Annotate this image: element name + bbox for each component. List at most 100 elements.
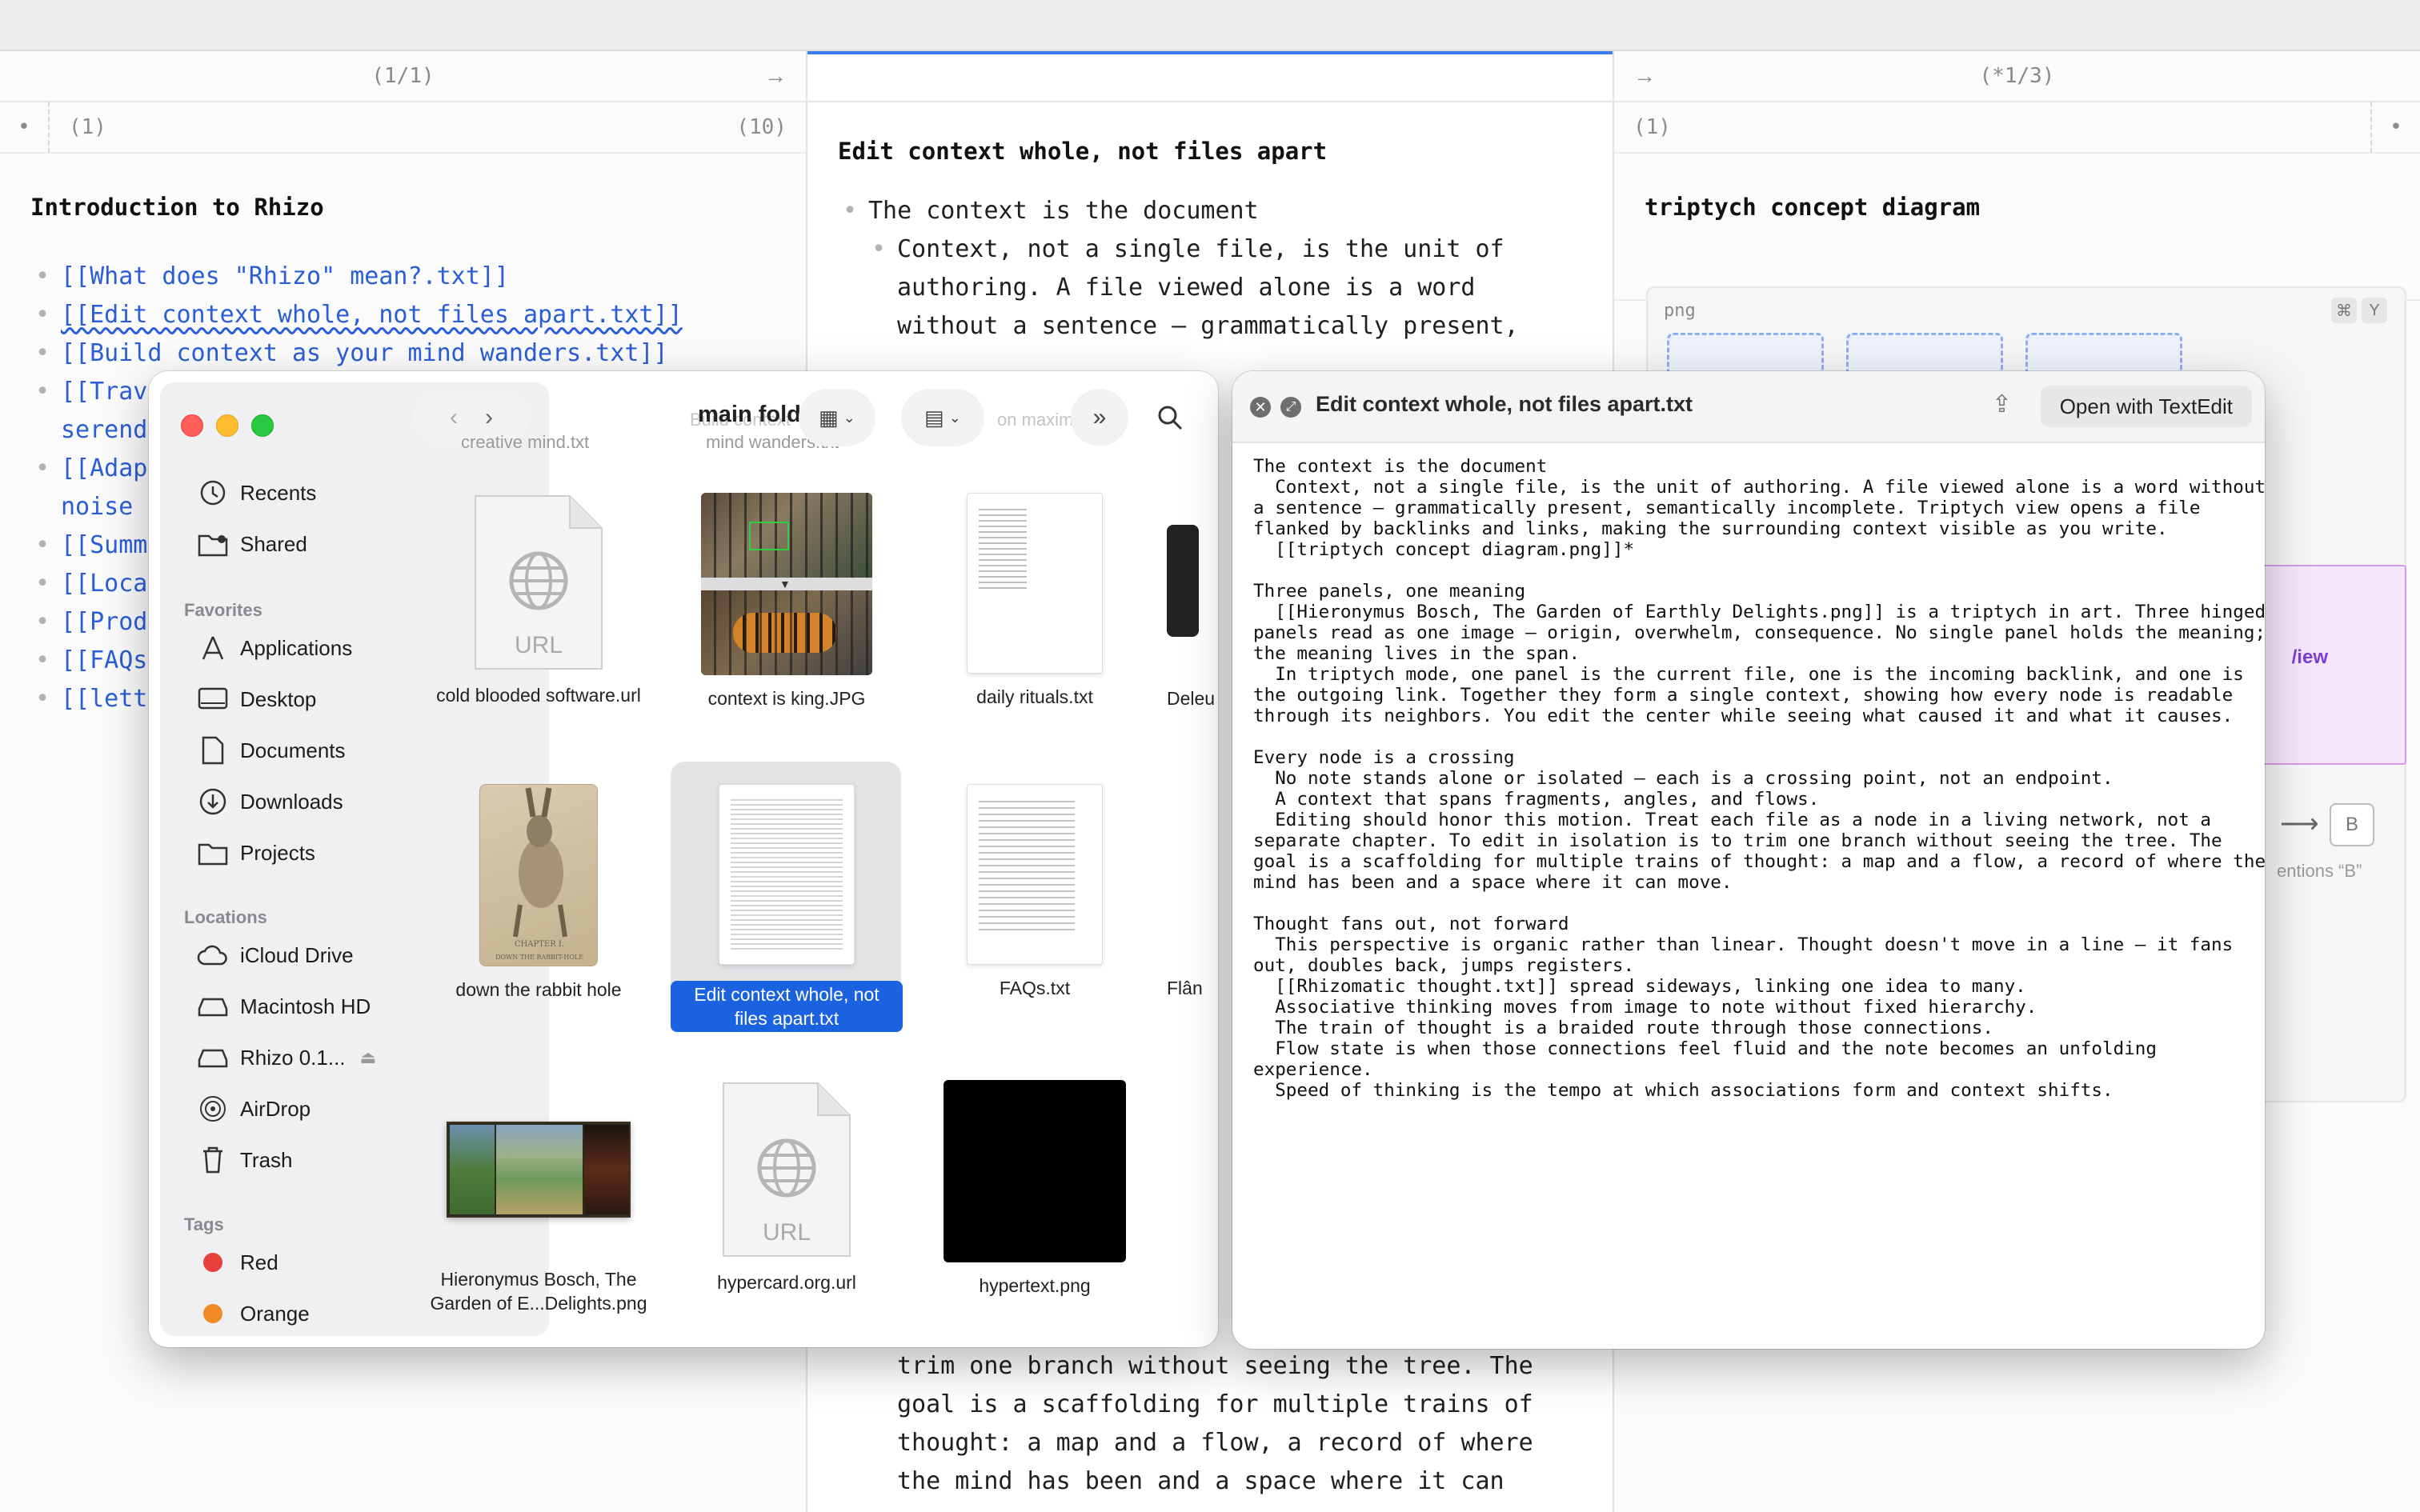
left-pane-counter: (1/1) (371, 64, 435, 88)
link-item[interactable]: [[What does "Rhizo" mean?.txt]] (30, 258, 775, 296)
url-file-icon: URL (471, 493, 607, 672)
file-item-selected[interactable]: Edit context whole, not files apart.txt (671, 784, 903, 1032)
minimize-window-icon[interactable] (216, 414, 238, 437)
center-line[interactable]: without a sentence — grammatically prese… (897, 307, 1582, 346)
sidebar-tag-red[interactable]: Red (197, 1246, 278, 1278)
file-name: context is king.JPG (707, 688, 866, 709)
applications-icon (197, 632, 229, 664)
sidebar-item-downloads[interactable]: Downloads (197, 786, 343, 818)
sidebar-item-label: Rhizo 0.1... (240, 1045, 346, 1070)
sidebar-item-macintosh-hd[interactable]: Macintosh HD (197, 990, 371, 1022)
shared-folder-icon (197, 528, 229, 560)
file-name: Deleu (1167, 688, 1216, 709)
cloud-icon (197, 939, 229, 971)
center-line[interactable]: the mind has been and a space where it c… (897, 1462, 1533, 1501)
file-item[interactable]: URL hypercard.org.url (671, 1080, 903, 1294)
ghost-filename: creative mind.txt (461, 432, 590, 452)
center-bullet[interactable]: The context is the document (838, 192, 1582, 230)
center-line[interactable]: goal is a scaffolding for multiple train… (897, 1386, 1533, 1424)
center-pane-header[interactable] (807, 51, 1613, 102)
open-with-textedit-button[interactable]: Open with TextEdit (2040, 386, 2252, 427)
file-item[interactable]: FAQs.txt (919, 784, 1151, 1000)
rabbit-illustration-thumbnail: CHAPTER I. DOWN THE RABBIT-HOLE (479, 784, 598, 966)
file-name: Flân (1167, 978, 1203, 998)
text-file-icon (719, 784, 855, 965)
sidebar-item-shared[interactable]: Shared (197, 528, 307, 560)
sidebar-item-label: Projects (240, 840, 315, 865)
search-icon (1158, 406, 1183, 430)
quick-look-window: ✕ ⤢ Edit context whole, not files apart.… (1232, 371, 2265, 1349)
center-line[interactable]: trim one branch without seeing the tree.… (897, 1347, 1533, 1386)
sidebar-item-desktop[interactable]: Desktop (197, 683, 316, 715)
file-item[interactable]: Hieronymus Bosch, The Garden of E...Deli… (423, 1080, 655, 1315)
sidebar-tag-orange[interactable]: Orange (197, 1298, 310, 1330)
right-pane-header[interactable]: → (*1/3) (1614, 51, 2420, 102)
sidebar-item-label: Macintosh HD (240, 994, 371, 1018)
photo-thumbnail: ▼ (701, 493, 872, 675)
left-sub-counter: (1) (69, 115, 106, 139)
more-toolbar-button[interactable]: » (1071, 389, 1128, 446)
y-key-icon: Y (2362, 298, 2387, 323)
view-mode-button[interactable]: ▦ ⌄ (799, 389, 875, 446)
sidebar-item-projects[interactable]: Projects (197, 837, 315, 869)
favorites-section-label: Favorites (184, 600, 262, 620)
file-item[interactable]: URL cold blooded software.url (423, 493, 655, 707)
url-file-icon: URL (719, 1080, 855, 1259)
sidebar-item-label: iCloud Drive (240, 942, 354, 967)
chevron-right-icon[interactable]: › (485, 404, 493, 431)
sidebar-item-label: Desktop (240, 686, 317, 711)
sidebar-item-label: Orange (240, 1301, 310, 1326)
command-key-icon: ⌘ (2331, 298, 2357, 323)
center-line[interactable]: Context, not a single file, is the unit … (897, 230, 1582, 269)
note-title: Introduction to Rhizo (30, 194, 324, 221)
link-item[interactable]: [[Build context as your mind wanders.txt… (30, 334, 775, 373)
image-format-label: png (1664, 301, 1696, 321)
file-item[interactable]: daily rituals.txt (919, 493, 1151, 709)
share-icon[interactable]: ⇪ (1992, 390, 2012, 418)
sidebar-item-label: Documents (240, 738, 346, 762)
chevron-left-icon[interactable]: ‹ (450, 404, 458, 431)
text-file-icon (967, 784, 1103, 965)
text-file-icon (967, 493, 1103, 674)
close-window-icon[interactable] (181, 414, 203, 437)
file-item[interactable]: CHAPTER I. DOWN THE RABBIT-HOLE down the … (423, 784, 655, 1002)
diagram-view-label: /iew (2291, 646, 2328, 668)
sidebar-item-label: AirDrop (240, 1096, 311, 1121)
sidebar-item-airdrop[interactable]: AirDrop (197, 1093, 311, 1125)
file-item[interactable]: ▼ context is king.JPG (671, 493, 903, 710)
group-by-button[interactable]: ▤ ⌄ (901, 389, 984, 446)
zoom-window-icon[interactable] (251, 414, 274, 437)
sidebar-item-icloud[interactable]: iCloud Drive (197, 939, 354, 971)
dot-icon[interactable]: • (2370, 102, 2420, 153)
file-name: FAQs.txt (999, 978, 1071, 998)
file-name: daily rituals.txt (976, 686, 1093, 707)
black-image-thumbnail (944, 1080, 1126, 1262)
center-line[interactable]: authoring. A file viewed alone is a word (897, 269, 1582, 307)
sidebar-item-applications[interactable]: Applications (197, 632, 352, 664)
sidebar-item-label: Recents (240, 480, 317, 505)
arrow-right-icon[interactable]: → (1633, 63, 1656, 89)
fullscreen-icon[interactable]: ⤢ (1280, 397, 1301, 418)
file-item-partial[interactable]: Flân (1167, 784, 1218, 1000)
right-sub-counter: (1) (1633, 115, 1671, 139)
link-item[interactable]: [[Edit context whole, not files apart.tx… (30, 296, 775, 334)
file-name: cold blooded software.url (436, 685, 641, 706)
center-line[interactable]: thought: a map and a flow, a record of w… (897, 1424, 1533, 1462)
sidebar-item-trash[interactable]: Trash (197, 1144, 293, 1176)
sidebar-item-documents[interactable]: Documents (197, 734, 346, 766)
file-item-partial[interactable]: Deleu (1167, 493, 1218, 710)
eject-icon[interactable]: ⏏ (360, 1047, 377, 1068)
search-button[interactable] (1141, 389, 1199, 446)
sidebar-item-label: Shared (240, 531, 307, 556)
dot-icon[interactable]: • (0, 102, 50, 153)
left-pane-header[interactable]: (1/1) → (0, 51, 806, 102)
right-note-title: triptych concept diagram (1645, 194, 1981, 221)
sidebar-item-label: Downloads (240, 789, 343, 814)
file-name: hypertext.png (979, 1275, 1091, 1296)
sidebar-item-rhizo-volume[interactable]: Rhizo 0.1... ⏏ (197, 1042, 376, 1074)
file-item[interactable]: hypertext.png (919, 1080, 1151, 1298)
sidebar-item-recents[interactable]: Recents (197, 477, 316, 509)
close-icon[interactable]: ✕ (1250, 397, 1271, 418)
arrow-right-icon[interactable]: → (764, 63, 787, 89)
right-pane-subheader: (1) • (1614, 102, 2420, 154)
